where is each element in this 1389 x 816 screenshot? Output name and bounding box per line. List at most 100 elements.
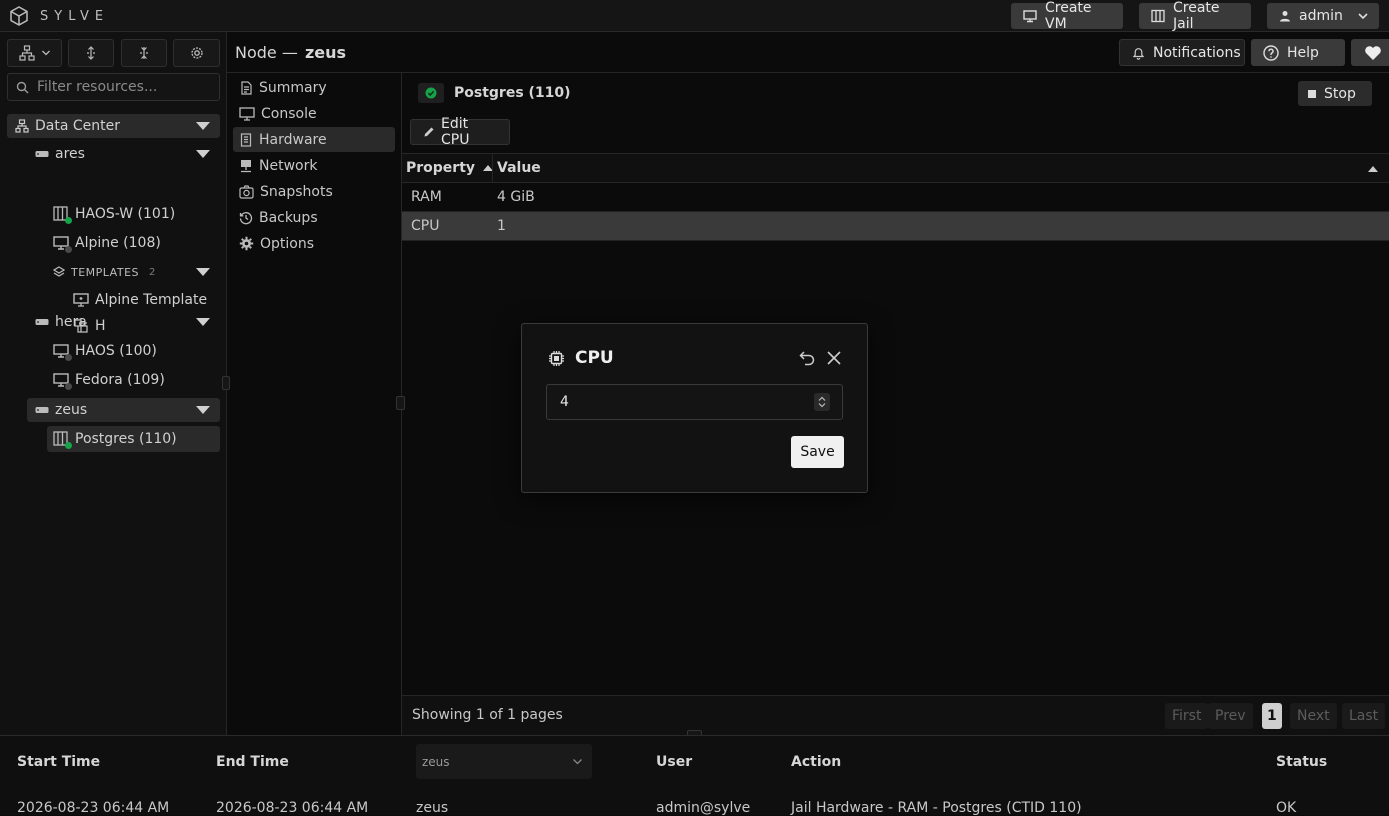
dialog-header: CPU [548, 348, 614, 368]
prev-page-button[interactable]: Prev [1208, 703, 1253, 729]
nav-options[interactable]: Options [233, 231, 395, 256]
column-start-time[interactable]: Start Time [17, 754, 100, 770]
collapse-caret-icon[interactable] [196, 318, 210, 326]
user-icon [1279, 10, 1291, 22]
tree-item-alpine[interactable]: Alpine (108) [47, 231, 220, 255]
nav-label: Network [259, 157, 318, 174]
expand-all-button[interactable] [68, 39, 114, 67]
nav-summary[interactable]: Summary [233, 75, 395, 100]
monitor-icon [239, 106, 255, 121]
stop-button[interactable]: Stop [1298, 81, 1372, 106]
templates-count: 2 [149, 266, 156, 278]
column-property[interactable]: Property [406, 160, 494, 176]
page-1-button[interactable]: 1 [1262, 703, 1282, 729]
stepper-icon[interactable] [814, 393, 830, 411]
filter-resources-input[interactable]: Filter resources... [7, 73, 220, 101]
monitor-icon [53, 343, 72, 361]
column-action[interactable]: Action [791, 754, 841, 770]
column-value[interactable]: Value [497, 160, 541, 176]
status-dot-stopped [65, 383, 72, 390]
nav-network[interactable]: Network [233, 153, 395, 178]
node-filter-select[interactable]: zeus [416, 744, 592, 779]
cpu-count-input[interactable]: 4 [546, 384, 843, 420]
network-icon [239, 159, 253, 173]
close-icon[interactable] [826, 350, 842, 366]
datacenter-label: Data Center [35, 118, 120, 134]
nav-snapshots[interactable]: Snapshots [233, 179, 395, 204]
tree-node-zeus[interactable]: zeus [27, 398, 220, 422]
first-page-button[interactable]: First [1165, 703, 1209, 729]
column-status[interactable]: Status [1276, 754, 1327, 770]
resource-title: Postgres (110) [454, 85, 571, 101]
tree-group-templates[interactable]: TEMPLATES 2 [47, 260, 220, 284]
collapse-all-button[interactable] [121, 39, 167, 67]
notifications-button[interactable]: Notifications [1119, 39, 1245, 66]
tree-item-postgres[interactable]: Postgres (110) [47, 426, 220, 452]
table-header: Property Value [402, 153, 1389, 183]
app-name: SYLVE [40, 8, 110, 24]
nav-backups[interactable]: Backups [233, 205, 395, 230]
app-logo[interactable]: SYLVE [8, 5, 109, 27]
node-name: zeus [304, 43, 347, 62]
history-icon [239, 211, 253, 225]
collapse-caret-icon[interactable] [196, 406, 210, 414]
status-dot-stopped [65, 246, 72, 253]
document-icon [239, 80, 253, 95]
user-name: admin [1299, 8, 1343, 24]
save-button[interactable]: Save [791, 436, 844, 468]
tree-item-haos[interactable]: HAOS (100) [47, 339, 220, 363]
last-page-button[interactable]: Last [1342, 703, 1386, 729]
help-button[interactable]: Help [1251, 39, 1345, 66]
cell-property: RAM [411, 189, 442, 205]
table-row[interactable]: RAM 4 GiB [402, 183, 1389, 212]
nav-label: Backups [259, 209, 318, 226]
monitor-icon [53, 235, 72, 253]
edit-label: Edit CPU [441, 116, 470, 148]
node-filter-value: zeus [422, 755, 450, 769]
pencil-icon [423, 126, 435, 138]
tree-item-datacenter[interactable]: Data Center [7, 114, 220, 138]
item-label: Fedora (109) [75, 372, 165, 388]
server-icon [35, 317, 49, 327]
nav-label: Console [261, 105, 317, 122]
stop-square-icon [1308, 89, 1316, 98]
nav-hardware[interactable]: Hardware [233, 127, 395, 152]
chevron-down-icon [41, 48, 51, 58]
dialog-title: CPU [575, 348, 614, 368]
expand-icon [84, 46, 98, 60]
monitor-icon [1023, 9, 1037, 23]
collapse-caret-icon[interactable] [196, 122, 210, 130]
column-user[interactable]: User [656, 754, 692, 770]
create-jail-button[interactable]: Create Jail [1139, 0, 1251, 32]
undo-icon[interactable] [798, 349, 816, 367]
column-label: Property [406, 160, 476, 176]
monitor-icon [53, 372, 72, 390]
server-icon [35, 149, 49, 159]
user-menu-button[interactable]: admin [1267, 3, 1379, 29]
tree-item-haos-w[interactable]: HAOS-W (101) [47, 202, 220, 226]
tree-node-hera[interactable]: hera [27, 310, 220, 334]
collapse-caret-icon[interactable] [196, 150, 210, 158]
sort-asc-icon[interactable] [1368, 165, 1378, 173]
collapse-caret-icon[interactable] [196, 268, 210, 276]
tree-item-alpine-template[interactable]: Alpine Template [67, 288, 220, 312]
nav-console[interactable]: Console [233, 101, 395, 126]
gear-icon [190, 46, 204, 60]
next-page-button[interactable]: Next [1290, 703, 1337, 729]
log-end-time: 2026-08-23 06:44 AM [216, 800, 369, 816]
tree-item-fedora[interactable]: Fedora (109) [47, 368, 220, 392]
jail-icon [53, 431, 72, 449]
tree-node-ares[interactable]: ares [27, 142, 220, 166]
stop-label: Stop [1324, 85, 1356, 102]
table-row-selected[interactable]: CPU 1 [402, 212, 1389, 241]
create-vm-button[interactable]: Create VM [1011, 0, 1123, 32]
column-end-time[interactable]: End Time [216, 754, 289, 770]
tree-settings-button[interactable] [173, 39, 220, 67]
chevron-down-icon [1357, 10, 1369, 22]
edit-cpu-button[interactable]: Edit CPU [410, 116, 510, 148]
hardware-icon [239, 132, 253, 147]
favorite-button[interactable] [1351, 39, 1389, 66]
tree-view-toggle[interactable] [7, 39, 62, 67]
node-label: ares [55, 146, 85, 162]
cell-value: 1 [497, 218, 506, 234]
